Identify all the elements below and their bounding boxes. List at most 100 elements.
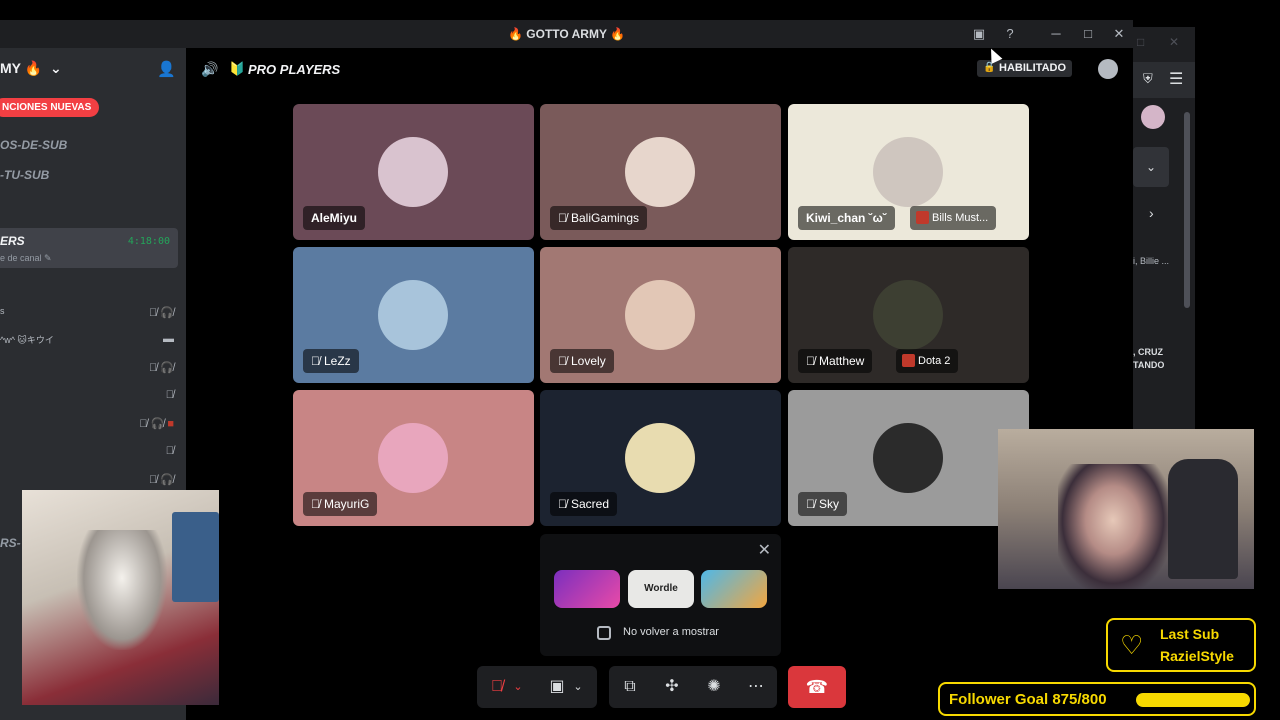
channel-item[interactable]: RS-: [0, 536, 21, 550]
channel-item[interactable]: -TU-SUB: [0, 168, 49, 182]
window-titlebar: 🔥 GOTTO ARMY 🔥 ▣ ? ─ □ ✕: [0, 20, 1133, 48]
muted-mic-icon: 🎙̸: [558, 211, 567, 225]
avatar: [625, 280, 695, 350]
muted-deafened-icon: 🎙̸ 🎧̸: [148, 362, 174, 374]
participant-name: 🎙̸ Matthew: [798, 349, 873, 373]
close-window-icon[interactable]: ✕: [1111, 26, 1127, 42]
lock-icon: 🔒: [983, 62, 996, 73]
game-icon: [902, 354, 915, 367]
activity-icon: ▬: [163, 333, 174, 345]
minimize-icon[interactable]: ─: [1048, 26, 1064, 42]
voice-member-row[interactable]: 🎙̸ 🎧̸: [0, 473, 176, 487]
activity-badge[interactable]: Dota 2: [896, 349, 959, 373]
chat-icon[interactable]: [1098, 59, 1118, 79]
game-tile-wordle[interactable]: Wordle: [628, 570, 694, 608]
dont-show-label: No volver a mostrar: [623, 626, 719, 638]
voice-member-row[interactable]: 🎙̸: [0, 389, 176, 403]
last-sub-title: Last Sub: [1160, 626, 1220, 642]
muted-mic-icon: 🎙̸: [558, 354, 567, 368]
inbox-icon[interactable]: ▣: [971, 26, 987, 42]
chevron-right-icon[interactable]: ›: [1149, 205, 1154, 221]
chair-figure: [1168, 459, 1238, 579]
follower-goal-bar: [1136, 693, 1250, 707]
participant-name: 🎙̸ BaliGamings: [550, 206, 648, 230]
participant-name: Kiwi_chan ˘ω˘: [798, 206, 895, 230]
follower-goal-fill: [1136, 693, 1250, 707]
game-tile[interactable]: [554, 570, 620, 608]
soundboard-button[interactable]: ✺: [702, 676, 726, 698]
participant-tile[interactable]: 🎙̸ BaliGamings: [540, 104, 781, 240]
mute-mic-button[interactable]: 🎙̸: [485, 676, 509, 698]
panel-toolbar: ⛨ ☰: [1133, 62, 1195, 98]
participant-tile[interactable]: AleMiyu: [293, 104, 534, 240]
voice-channel-title: PRO PLAYERS: [248, 62, 341, 77]
shield-icon[interactable]: ⛨: [1143, 71, 1153, 87]
participant-tile[interactable]: 🎙̸ LeZz: [293, 247, 534, 383]
more-options-button[interactable]: ⋯: [744, 676, 768, 698]
beginner-badge-icon: 🔰: [229, 61, 246, 76]
participant-name: 🎙̸ Lovely: [550, 349, 614, 373]
participant-tile[interactable]: Kiwi_chan ˘ω˘ Bills Must...: [788, 104, 1029, 240]
participant-name: 🎙̸ LeZz: [303, 349, 359, 373]
voice-member-row[interactable]: s 🎙̸ 🎧̸: [0, 306, 176, 320]
close-icon[interactable]: ✕: [758, 540, 771, 560]
screen-share-button[interactable]: ⧉: [618, 676, 642, 698]
add-member-icon[interactable]: 👤: [157, 60, 176, 78]
muted-mic-icon: 🎙̸: [558, 497, 567, 511]
participant-tile[interactable]: 🎙̸ MayuriG: [293, 390, 534, 526]
last-sub-widget: ♡ Last Sub RazielStyle: [1106, 618, 1256, 672]
laptop-figure: [172, 512, 219, 602]
follower-goal-widget: Follower Goal 875/800: [938, 682, 1256, 716]
audio-video-controls: 🎙̸ ⌄ ▣ ⌄: [477, 666, 597, 708]
scrollbar[interactable]: [1184, 112, 1190, 308]
channel-item[interactable]: OS-DE-SUB: [0, 138, 67, 152]
avatar: [625, 137, 695, 207]
avatar: [873, 137, 943, 207]
help-icon[interactable]: ?: [1002, 26, 1018, 42]
active-channel-name: ERS: [0, 234, 25, 248]
hangup-icon: ☎: [805, 677, 829, 697]
camera-options-chevron-icon[interactable]: ⌄: [571, 676, 585, 698]
voice-member-row[interactable]: 🎙̸ 🎧̸ ■: [0, 417, 176, 431]
new-mentions-pill[interactable]: NCIONES NUEVAS: [0, 98, 100, 117]
streamer-webcam-overlay: [998, 429, 1254, 589]
muted-icon: 🎙̸: [165, 445, 174, 457]
server-name[interactable]: MY 🔥 ⌄: [0, 60, 62, 77]
mic-options-chevron-icon[interactable]: ⌄: [511, 676, 525, 698]
channel-subtext: e de canal ✎: [0, 253, 52, 263]
panel-text: , CRUZ: [1133, 347, 1163, 357]
muted-mic-icon: 🎙̸: [311, 497, 320, 511]
activities-button[interactable]: ✣: [660, 676, 684, 698]
panel-text: i, Billie ...: [1133, 256, 1170, 266]
active-voice-channel[interactable]: ERS 4:18:00 e de canal ✎: [0, 228, 178, 268]
camera-off-button[interactable]: ▣: [545, 676, 569, 698]
activity-promo-card: ✕ Wordle No volver a mostrar: [540, 534, 781, 656]
participant-name: 🎙̸ Sky: [798, 492, 848, 516]
menu-icon[interactable]: ☰: [1169, 69, 1183, 89]
chevron-down-icon: ⌄: [49, 60, 62, 76]
server-name-label: MY 🔥: [0, 60, 43, 76]
close-icon[interactable]: ✕: [1169, 35, 1179, 49]
participant-tile[interactable]: 🎙̸ Sacred: [540, 390, 781, 526]
cat-figure: [77, 530, 167, 650]
maximize-icon[interactable]: □: [1080, 26, 1096, 42]
expand-chevron-icon[interactable]: ⌄: [1133, 147, 1169, 187]
voice-member-row[interactable]: 🎙̸: [0, 445, 176, 459]
participant-tile[interactable]: 🎙̸ Sky: [788, 390, 1029, 526]
muted-deafened-icon: 🎙̸ 🎧̸: [148, 307, 174, 319]
panel-text: TANDO: [1133, 360, 1165, 370]
disconnect-button[interactable]: ☎: [788, 666, 846, 708]
game-tile[interactable]: [701, 570, 767, 608]
speaker-icon: 🔊: [201, 61, 219, 77]
activity-badge[interactable]: Bills Must...: [910, 206, 997, 230]
voice-member-row[interactable]: 🎙̸ 🎧̸: [0, 361, 176, 375]
dont-show-checkbox[interactable]: [597, 626, 611, 640]
channel-timer: 4:18:00: [127, 236, 170, 247]
participant-tile[interactable]: 🎙̸ Matthew Dota 2: [788, 247, 1029, 383]
muted-mic-icon: 🎙̸: [806, 354, 815, 368]
follower-goal-label: Follower Goal 875/800: [949, 691, 1107, 708]
voice-member-row[interactable]: ^w^ 🐱キウイ ▬: [0, 333, 176, 347]
participant-tile[interactable]: 🎙̸ Lovely: [540, 247, 781, 383]
avatar[interactable]: [1141, 105, 1165, 129]
maximize-icon[interactable]: □: [1137, 35, 1144, 49]
